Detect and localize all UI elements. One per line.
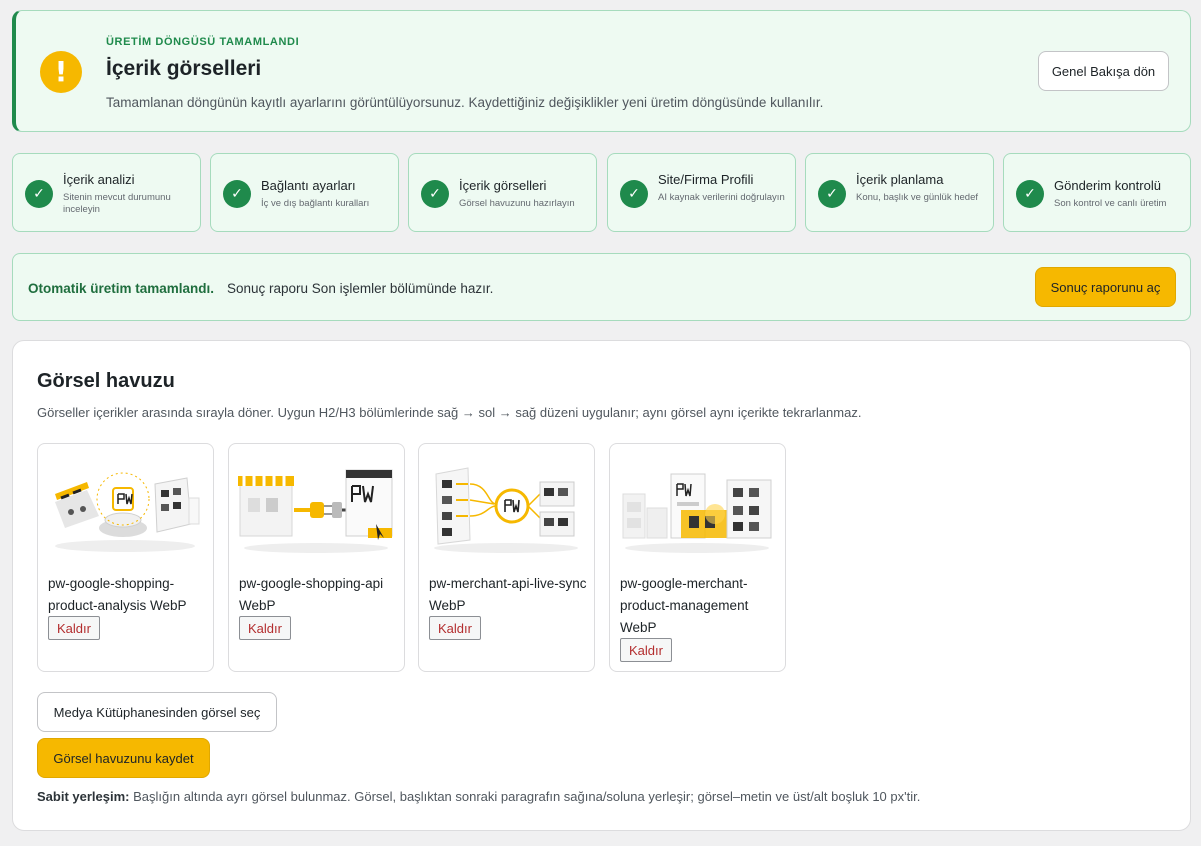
image-thumbnail (238, 454, 395, 560)
check-icon: ✓ (818, 180, 846, 208)
remove-image-button[interactable]: Kaldır (48, 616, 100, 640)
image-pool-panel: Görsel havuzu Görseller içerikler arasın… (12, 340, 1191, 831)
warning-icon: ! (40, 51, 82, 93)
image-card: pw-google-shopping-product-analysis WebP… (37, 443, 214, 672)
remove-image-button[interactable]: Kaldır (239, 616, 291, 640)
section-description: Görseller içerikler arasında sırayla dön… (37, 405, 862, 420)
step-subtitle: Konu, başlık ve günlük hedef (856, 192, 979, 203)
step-subtitle: Sitenin mevcut durumunu inceleyin (63, 192, 171, 215)
step-title: Bağlantı ayarları (261, 178, 356, 193)
image-name: pw-merchant-api-live-sync WebP (429, 576, 587, 613)
step-title: İçerik analizi (63, 172, 135, 187)
image-name: pw-google-merchant-product-management We… (620, 576, 749, 635)
remove-image-button[interactable]: Kaldır (620, 638, 672, 662)
check-icon: ✓ (421, 180, 449, 208)
banner-description: Tamamlanan döngünün kayıtlı ayarlarını g… (106, 95, 824, 110)
step-link-settings[interactable]: ✓ Bağlantı ayarları İç ve dış bağlantı k… (210, 153, 399, 232)
select-from-media-library-button[interactable]: Medya Kütüphanesinden görsel seç (37, 692, 277, 732)
image-name: pw-google-shopping-product-analysis WebP (48, 576, 187, 613)
notice-message: Sonuç raporu Son işlemler bölümünde hazı… (227, 281, 494, 296)
check-icon: ✓ (620, 180, 648, 208)
open-report-button[interactable]: Sonuç raporunu aç (1035, 267, 1176, 307)
cycle-complete-banner: ! ÜRETİM DÖNGÜSÜ TAMAMLANDI İçerik görse… (12, 10, 1191, 132)
image-card: pw-merchant-api-live-sync WebP Kaldır (418, 443, 595, 672)
back-to-overview-button[interactable]: Genel Bakışa dön (1038, 51, 1169, 91)
image-thumbnail (619, 454, 776, 560)
check-icon: ✓ (1016, 180, 1044, 208)
step-publish-check[interactable]: ✓ Gönderim kontrolü Son kontrol ve canlı… (1003, 153, 1191, 232)
save-image-pool-button[interactable]: Görsel havuzunu kaydet (37, 738, 210, 778)
placement-note-label: Sabit yerleşim: (37, 789, 130, 804)
step-site-profile[interactable]: ✓ Site/Firma Profili AI kaynak verilerin… (607, 153, 796, 232)
check-icon: ✓ (25, 180, 53, 208)
auto-production-notice: Otomatik üretim tamamlandı. Sonuç raporu… (12, 253, 1191, 321)
banner-eyebrow: ÜRETİM DÖNGÜSÜ TAMAMLANDI (106, 36, 300, 48)
placement-note: Sabit yerleşim: Başlığın altında ayrı gö… (37, 789, 920, 804)
step-content-analysis[interactable]: ✓ İçerik analizi Sitenin mevcut durumunu… (12, 153, 201, 232)
page-title: İçerik görselleri (106, 57, 262, 80)
step-title: Site/Firma Profili (658, 172, 754, 187)
step-content-images[interactable]: ✓ İçerik görselleri Görsel havuzunu hazı… (408, 153, 597, 232)
step-subtitle: Son kontrol ve canlı üretim (1054, 198, 1167, 209)
step-title: İçerik görselleri (459, 178, 547, 193)
step-subtitle: İç ve dış bağlantı kuralları (261, 198, 370, 209)
remove-image-button[interactable]: Kaldır (429, 616, 481, 640)
placement-note-text: Başlığın altında ayrı görsel bulunmaz. G… (129, 789, 921, 804)
wizard-steps: ✓ İçerik analizi Sitenin mevcut durumunu… (12, 153, 1191, 232)
check-icon: ✓ (223, 180, 251, 208)
step-content-planning[interactable]: ✓ İçerik planlama Konu, başlık ve günlük… (805, 153, 994, 232)
step-subtitle: Görsel havuzunu hazırlayın (459, 198, 575, 209)
step-subtitle: AI kaynak verilerini doğrulayın (658, 192, 785, 203)
section-title: Görsel havuzu (37, 370, 175, 392)
step-title: İçerik planlama (856, 172, 944, 187)
step-title: Gönderim kontrolü (1054, 178, 1161, 193)
image-name: pw-google-shopping-api WebP (239, 576, 384, 613)
image-thumbnail (428, 454, 585, 560)
notice-strong: Otomatik üretim tamamlandı. (28, 281, 215, 296)
image-thumbnail (47, 454, 204, 560)
image-card: pw-google-merchant-product-management We… (609, 443, 786, 672)
image-card: pw-google-shopping-api WebP Kaldır (228, 443, 405, 672)
